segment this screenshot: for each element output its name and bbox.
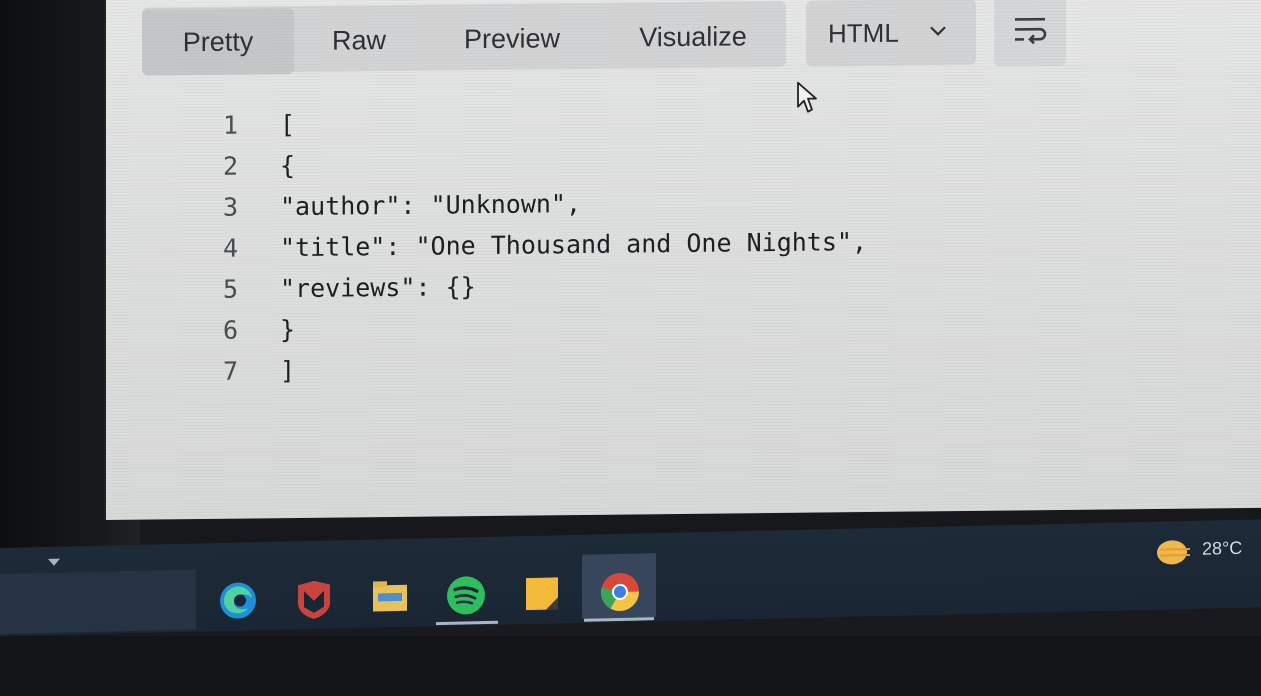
tab-pretty[interactable]: Pretty [142, 8, 294, 76]
chrome-icon[interactable] [598, 569, 642, 614]
code-line: 6 } [202, 309, 322, 351]
line-number: 1 [222, 110, 238, 140]
temperature-label: 28°C [1202, 537, 1243, 559]
code-line: 2 { [202, 145, 322, 187]
line-number: 7 [222, 356, 238, 386]
running-app-indicator [584, 617, 654, 622]
running-app-indicator [436, 620, 498, 626]
weather-widget[interactable]: 28°C [1156, 531, 1261, 573]
windows-taskbar: 28°C [0, 519, 1261, 636]
line-number: 6 [222, 315, 238, 345]
mouse-pointer-icon [797, 81, 817, 113]
response-view-tabs: Pretty Raw Preview Visualize HTML [142, 0, 1252, 76]
chevron-down-icon [930, 26, 946, 36]
code-line: 4 "title": "One Thousand and One Nights"… [202, 227, 867, 269]
laptop-lower-frame [0, 636, 1261, 696]
json-code-view: 1 [ 2 { 3 "author": "Unknown", 4 "title"… [202, 104, 867, 392]
code-text: { [280, 151, 296, 181]
code-line: 1 [ [202, 104, 322, 146]
file-explorer-icon[interactable] [368, 575, 412, 620]
code-text: } [280, 315, 296, 345]
scroll-down-arrow-icon[interactable] [48, 558, 60, 566]
code-text: "title": "One Thousand and One Nights", [280, 227, 867, 263]
sticky-notes-icon[interactable] [520, 571, 564, 616]
code-line: 7 ] [202, 350, 322, 392]
code-text: ] [280, 356, 296, 386]
photo-frame: Pretty Raw Preview Visualize HTML 1 [2 … [0, 0, 1261, 696]
code-text: [ [280, 110, 296, 140]
code-text: "reviews": {} [280, 272, 476, 304]
code-text: "author": "Unknown", [280, 189, 582, 222]
tab-raw[interactable]: Raw [294, 7, 424, 74]
format-selected-value: HTML [828, 17, 899, 49]
format-dropdown[interactable]: HTML [806, 0, 976, 67]
code-line: 3 "author": "Unknown", [202, 186, 581, 228]
wrap-lines-button[interactable] [994, 0, 1066, 67]
code-line: 5 "reviews": {} [202, 268, 476, 310]
tab-preview[interactable]: Preview [424, 5, 600, 73]
taskbar-search-area[interactable] [0, 569, 196, 634]
view-tab-group: Pretty Raw Preview Visualize [142, 0, 786, 76]
spotify-icon[interactable] [444, 573, 488, 618]
mcafee-icon[interactable] [292, 576, 336, 621]
line-number: 2 [222, 151, 238, 181]
line-number: 4 [222, 233, 238, 263]
weather-sun-icon [1157, 540, 1190, 565]
response-panel: Pretty Raw Preview Visualize HTML 1 [2 … [106, 0, 1261, 521]
line-number: 3 [222, 192, 238, 222]
tab-visualize[interactable]: Visualize [600, 3, 786, 71]
wrap-lines-icon [1015, 17, 1047, 45]
line-number: 5 [222, 274, 238, 304]
edge-icon[interactable] [216, 578, 260, 623]
